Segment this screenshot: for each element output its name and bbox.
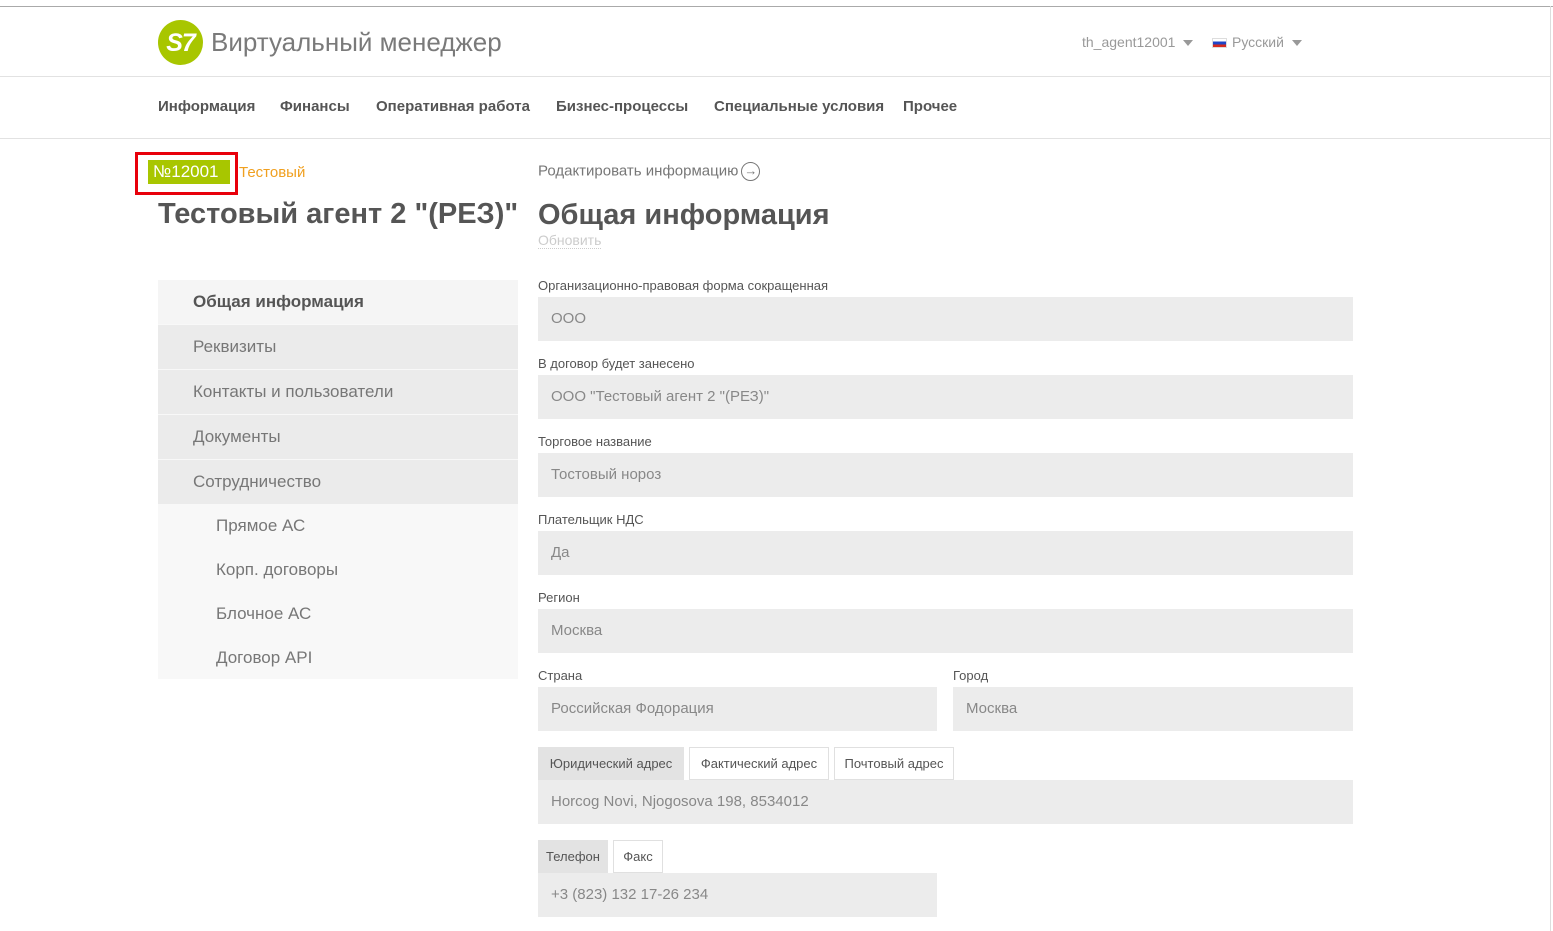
address-field[interactable]: Horcog Novi, Njogosova 198, 8534012 bbox=[538, 780, 1353, 824]
main-nav: Информация Финансы Оперативная работа Би… bbox=[0, 78, 1550, 139]
region-label: Регион bbox=[538, 590, 580, 605]
sidebar: Общая информация Реквизиты Контакты и по… bbox=[158, 280, 518, 679]
agent-tag: Тестовый bbox=[239, 164, 306, 181]
language-label: Русский bbox=[1232, 34, 1284, 50]
trade-name-field[interactable]: Тостовый нороз bbox=[538, 453, 1353, 497]
sidebar-subitem-direct[interactable]: Прямое АС bbox=[216, 516, 305, 536]
brand-title: Виртуальный менеджер bbox=[211, 27, 502, 57]
nav-finance[interactable]: Финансы bbox=[280, 98, 350, 115]
sidebar-item-requisites[interactable]: Реквизиты bbox=[158, 325, 518, 369]
tab-postal-address[interactable]: Почтовый адрес bbox=[834, 747, 954, 780]
region-field[interactable]: Москва bbox=[538, 609, 1353, 653]
sidebar-subitem-corp[interactable]: Корп. договоры bbox=[216, 560, 338, 580]
nav-special-conditions[interactable]: Специальные условия bbox=[714, 98, 884, 115]
chevron-down-icon bbox=[1183, 40, 1194, 47]
edit-info-label: Родактировать информацию bbox=[538, 162, 739, 180]
tab-actual-address[interactable]: Фактический адрес bbox=[689, 747, 829, 780]
org-form-label: Организационно-правовая форма сокращенна… bbox=[538, 278, 829, 293]
s7-logo-icon[interactable]: S7 bbox=[158, 20, 203, 65]
chevron-down-icon bbox=[1291, 40, 1302, 47]
nav-other[interactable]: Прочее bbox=[903, 98, 957, 115]
phone-field[interactable]: +3 (823) 132 17-26 234 bbox=[538, 873, 937, 917]
highlight-box bbox=[135, 152, 238, 195]
sidebar-item-documents[interactable]: Документы bbox=[158, 415, 518, 459]
refresh-link[interactable]: Обновить bbox=[538, 232, 602, 249]
sidebar-item-contacts[interactable]: Контакты и пользователи bbox=[158, 370, 518, 414]
tab-legal-address[interactable]: Юридический адрес bbox=[538, 747, 684, 780]
city-label: Город bbox=[953, 668, 989, 683]
vat-field[interactable]: Да bbox=[538, 531, 1353, 575]
vat-label: Плательщик НДС bbox=[538, 512, 644, 527]
language-select[interactable]: Русский bbox=[1212, 34, 1302, 50]
contract-name-label: В договор будет занесено bbox=[538, 356, 695, 371]
nav-info[interactable]: Информация bbox=[158, 98, 255, 115]
nav-operations[interactable]: Оперативная работа bbox=[376, 98, 530, 115]
contract-name-field[interactable]: ООО "Тестовый агент 2 "(РЕЗ)" bbox=[538, 375, 1353, 419]
user-name: th_agent12001 bbox=[1082, 34, 1176, 50]
section-title: Общая информация bbox=[538, 199, 830, 231]
arrow-right-circle-icon: → bbox=[741, 162, 761, 181]
nav-business-processes[interactable]: Бизнес-процессы bbox=[556, 98, 688, 115]
org-form-field[interactable]: ООО bbox=[538, 297, 1353, 341]
country-label: Страна bbox=[538, 668, 583, 683]
logo-text: S7 bbox=[166, 29, 196, 57]
edit-info-link[interactable]: Родактировать информацию → bbox=[538, 162, 761, 181]
city-field[interactable]: Москва bbox=[953, 687, 1353, 731]
window-right-border bbox=[1550, 6, 1551, 931]
agent-title: Тестовый агент 2 "(РЕЗ)" bbox=[158, 198, 519, 230]
tab-fax[interactable]: Факс bbox=[613, 840, 663, 873]
tab-phone[interactable]: Телефон bbox=[538, 840, 608, 873]
sidebar-item-cooperation[interactable]: Сотрудничество bbox=[158, 460, 518, 504]
sidebar-subitem-api[interactable]: Договор API bbox=[216, 648, 312, 668]
sidebar-subitem-block[interactable]: Блочное АС bbox=[216, 604, 311, 624]
sidebar-item-general[interactable]: Общая информация bbox=[158, 280, 518, 324]
russia-flag-icon bbox=[1212, 38, 1227, 49]
country-field[interactable]: Российская Фодорация bbox=[538, 687, 937, 731]
header: S7 Виртуальный менеджер th_agent12001 Ру… bbox=[0, 7, 1550, 77]
user-menu[interactable]: th_agent12001 bbox=[1082, 34, 1194, 50]
trade-name-label: Торговое название bbox=[538, 434, 652, 449]
